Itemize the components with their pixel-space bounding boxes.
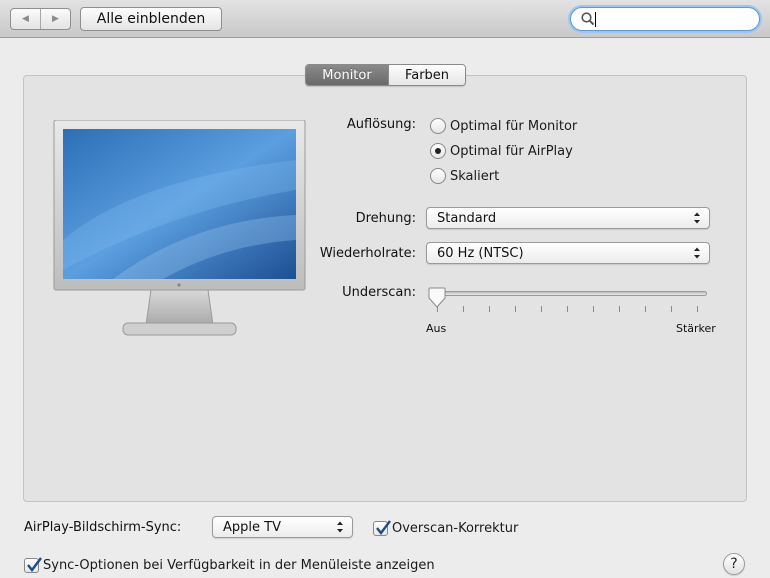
back-arrow-icon[interactable]: ◀	[11, 9, 40, 29]
show-all-button[interactable]: Alle einblenden	[80, 7, 222, 31]
airplay-sync-popup[interactable]: Apple TV	[212, 516, 353, 538]
tab-colors[interactable]: Farben	[388, 65, 465, 85]
refresh-rate-popup[interactable]: 60 Hz (NTSC)	[426, 242, 710, 264]
search-caret	[595, 12, 596, 27]
slider-tick	[541, 306, 542, 312]
slider-tick	[645, 306, 646, 312]
slider-tick	[567, 306, 568, 312]
popup-arrows-icon	[694, 247, 700, 259]
overscan-label: Overscan-Korrektur	[392, 520, 519, 536]
checkmark-icon	[27, 556, 42, 572]
slider-tick	[489, 306, 490, 312]
underscan-slider-track[interactable]	[430, 291, 707, 296]
radio-scaled[interactable]: Skaliert	[430, 167, 499, 185]
tab-bar: Monitor Farben	[305, 64, 466, 86]
airplay-sync-label: AirPlay-Bildschirm-Sync:	[24, 520, 182, 535]
forward-arrow-icon[interactable]: ▶	[40, 9, 70, 29]
slider-tick	[671, 306, 672, 312]
toolbar: ◀ ▶ Alle einblenden	[0, 0, 770, 38]
refresh-rate-label: Wiederholrate:	[319, 246, 416, 261]
underscan-max-label: Stärker	[676, 322, 716, 335]
refresh-rate-value: 60 Hz (NTSC)	[437, 245, 524, 261]
back-forward-control: ◀ ▶	[10, 8, 71, 30]
display-monitor-image	[53, 120, 306, 336]
radio-button-selected[interactable]	[430, 143, 446, 159]
rotation-popup[interactable]: Standard	[426, 207, 710, 229]
checkbox-checked[interactable]	[24, 556, 42, 573]
radio-label: Optimal für AirPlay	[450, 143, 573, 159]
checkmark-icon	[376, 519, 391, 535]
rotation-label: Drehung:	[355, 211, 416, 226]
slider-tick	[515, 306, 516, 312]
popup-arrows-icon	[337, 521, 343, 533]
popup-arrows-icon	[694, 212, 700, 224]
menu-sync-label: Sync-Optionen bei Verfügbarkeit in der M…	[43, 557, 435, 573]
airplay-sync-value: Apple TV	[223, 519, 281, 535]
underscan-min-label: Aus	[426, 322, 447, 335]
radio-optimal-monitor[interactable]: Optimal für Monitor	[430, 117, 577, 135]
search-field[interactable]	[570, 7, 760, 31]
resolution-label: Auflösung:	[346, 117, 416, 132]
radio-button[interactable]	[430, 118, 446, 134]
underscan-slider-knob[interactable]	[427, 287, 447, 309]
slider-tick	[463, 306, 464, 312]
help-button[interactable]: ?	[723, 553, 745, 575]
rotation-value: Standard	[437, 210, 497, 226]
search-icon	[581, 12, 595, 26]
radio-label: Skaliert	[450, 168, 500, 184]
radio-button[interactable]	[430, 168, 446, 184]
slider-tick	[593, 306, 594, 312]
checkbox-checked[interactable]	[373, 519, 391, 536]
radio-label: Optimal für Monitor	[450, 118, 578, 134]
tab-monitor[interactable]: Monitor	[306, 65, 388, 85]
overscan-checkbox-row[interactable]: Overscan-Korrektur	[373, 519, 518, 537]
slider-tick	[697, 306, 698, 312]
radio-optimal-airplay[interactable]: Optimal für AirPlay	[430, 142, 573, 160]
menu-sync-checkbox-row[interactable]: Sync-Optionen bei Verfügbarkeit in der M…	[24, 556, 435, 574]
slider-tick	[619, 306, 620, 312]
underscan-label: Underscan:	[342, 285, 416, 300]
